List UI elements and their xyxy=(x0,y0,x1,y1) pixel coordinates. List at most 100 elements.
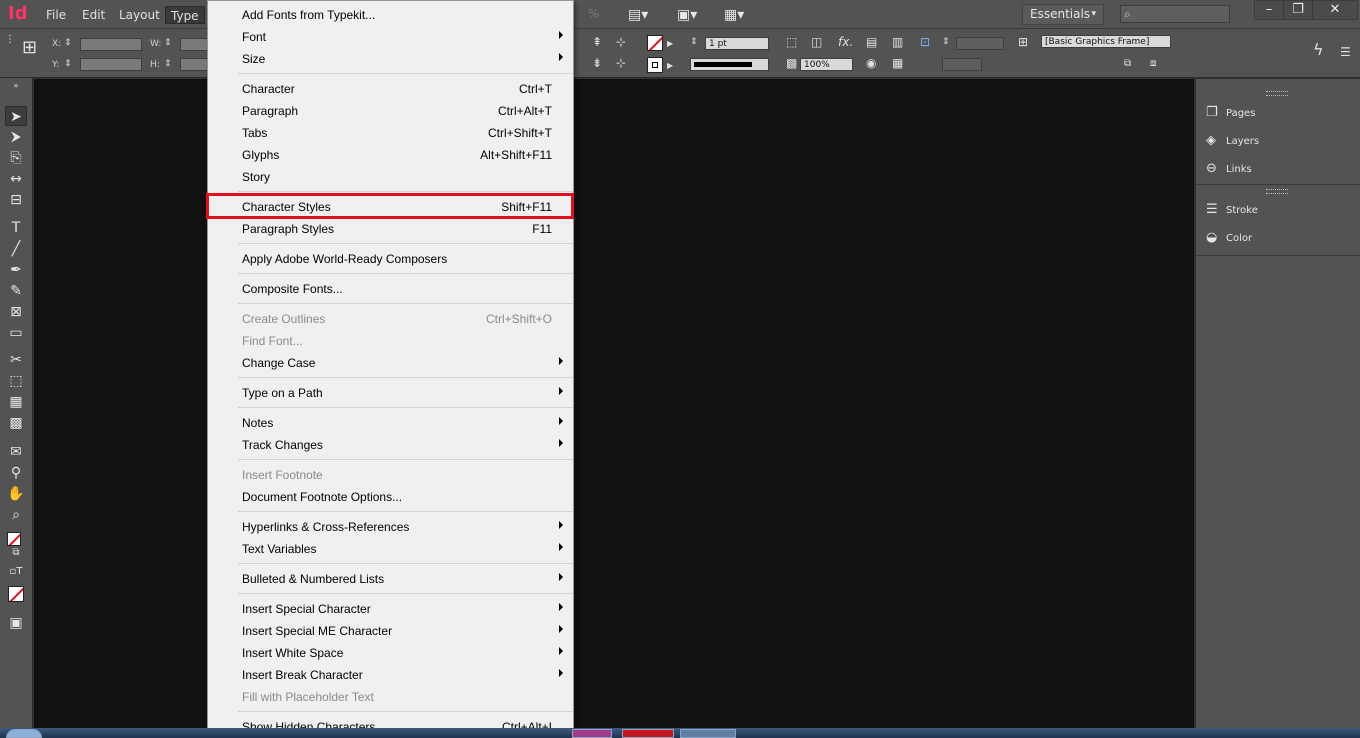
object-style-icon[interactable]: ⊞ xyxy=(1018,35,1028,49)
panel-color[interactable]: ◒ Color xyxy=(1206,228,1252,248)
stroke-weight-stepper-icon[interactable]: ⇕ xyxy=(690,35,698,49)
h-stepper-icon[interactable]: ⇕ xyxy=(164,57,172,71)
reference-point-icon[interactable]: ⊞ xyxy=(22,39,37,57)
page-tool-icon[interactable]: ⎘ xyxy=(5,148,27,168)
stroke-weight-field[interactable]: 1 pt xyxy=(705,37,769,50)
menu-item-type-on-a-path[interactable]: Type on a Path xyxy=(208,382,573,404)
opacity-field[interactable]: 100% xyxy=(800,58,853,71)
quick-apply-icon[interactable]: ϟ xyxy=(1313,42,1324,58)
fitting-stepper-icon[interactable]: ⇕ xyxy=(942,35,950,49)
zoom-level[interactable]: % xyxy=(588,7,599,21)
y-stepper-icon[interactable]: ⇕ xyxy=(64,57,72,71)
effects-fx-icon[interactable]: fx. xyxy=(838,35,853,49)
object-style-select[interactable]: [Basic Graphics Frame] xyxy=(1041,35,1171,48)
w-field[interactable] xyxy=(180,38,208,51)
wrap-jump-icon[interactable]: ▦ xyxy=(892,56,903,70)
x-stepper-icon[interactable]: ⇕ xyxy=(64,36,72,50)
content-collector-icon[interactable]: ⊟ xyxy=(5,190,27,210)
x-field[interactable] xyxy=(80,38,142,51)
menu-item-track-changes[interactable]: Track Changes xyxy=(208,434,573,456)
workspace-switcher[interactable]: Essentials ▾ xyxy=(1022,4,1104,25)
view-options-icon[interactable]: ▤▾ xyxy=(628,5,648,25)
rectangle-tool-icon[interactable]: ▭ xyxy=(5,323,27,343)
gradient-feather-tool-icon[interactable]: ▩ xyxy=(5,413,27,433)
taskbar-app-indesign[interactable] xyxy=(572,729,612,738)
fill-dropdown-icon[interactable]: ▶ xyxy=(667,37,673,51)
distribute-icon[interactable]: ⊹ xyxy=(616,35,626,49)
arrange-documents-icon[interactable]: ▦▾ xyxy=(724,5,744,25)
menu-item-character[interactable]: Character Ctrl+T xyxy=(208,78,573,100)
stroke-type-select[interactable] xyxy=(690,58,769,71)
menu-item-hyperlinks-cross-references[interactable]: Hyperlinks & Cross-References xyxy=(208,516,573,538)
panel-stroke[interactable]: ☰ Stroke xyxy=(1206,200,1258,220)
menu-item-notes[interactable]: Notes xyxy=(208,412,573,434)
y-field[interactable] xyxy=(80,58,142,71)
screen-mode-tool-icon[interactable]: ▣ xyxy=(5,613,27,633)
menu-item-glyphs[interactable]: Glyphs Alt+Shift+F11 xyxy=(208,144,573,166)
scissors-tool-icon[interactable]: ✂ xyxy=(5,350,27,370)
menu-item-character-styles[interactable]: Character Styles Shift+F11 xyxy=(208,196,573,218)
menu-item-composite-fonts[interactable]: Composite Fonts... xyxy=(208,278,573,300)
panel-group-grip-icon[interactable] xyxy=(1266,189,1288,194)
menu-item-paragraph-styles[interactable]: Paragraph Styles F11 xyxy=(208,218,573,240)
panel-layers[interactable]: ◈ Layers xyxy=(1206,131,1259,151)
menu-item-paragraph[interactable]: Paragraph Ctrl+Alt+T xyxy=(208,100,573,122)
fitting-select[interactable] xyxy=(942,58,982,71)
free-transform-tool-icon[interactable]: ⬚ xyxy=(5,371,27,391)
menu-item-text-variables[interactable]: Text Variables xyxy=(208,538,573,560)
fitting-field[interactable] xyxy=(956,37,1004,50)
panel-links[interactable]: ⊖ Links xyxy=(1206,159,1252,179)
menu-item-add-fonts-from-typekit[interactable]: Add Fonts from Typekit... xyxy=(208,4,573,26)
align-bottom-icon[interactable]: ⇟ xyxy=(592,56,602,70)
panel-menu-icon[interactable]: ☰ xyxy=(1340,45,1351,59)
panel-grip-icon[interactable]: ⋮ xyxy=(5,33,15,47)
gap-tool-icon[interactable]: ↔ xyxy=(5,169,27,189)
menu-item-insert-special-me-character[interactable]: Insert Special ME Character xyxy=(208,620,573,642)
menu-layout[interactable]: Layout xyxy=(114,6,165,24)
pencil-tool-icon[interactable]: ✎ xyxy=(5,281,27,301)
menu-item-apply-adobe-world-ready-composers[interactable]: Apply Adobe World-Ready Composers xyxy=(208,248,573,270)
search-input[interactable]: ⌕ xyxy=(1120,5,1230,23)
minimize-button[interactable]: – xyxy=(1254,0,1284,20)
line-tool-icon[interactable]: ╱ xyxy=(5,239,27,259)
stroke-swatch[interactable] xyxy=(647,57,663,73)
menu-item-document-footnote-options[interactable]: Document Footnote Options... xyxy=(208,486,573,508)
wrap-around-icon[interactable]: ▥ xyxy=(892,35,903,49)
type-tool-icon[interactable]: T xyxy=(5,218,27,238)
start-button[interactable] xyxy=(6,729,42,738)
note-tool-icon[interactable]: ✉ xyxy=(5,442,27,462)
menu-item-font[interactable]: Font xyxy=(208,26,573,48)
stroke-dropdown-icon[interactable]: ▶ xyxy=(667,59,673,73)
opacity-icon[interactable]: ▩ xyxy=(786,56,797,70)
swap-fill-stroke-icon[interactable]: ⧉ xyxy=(5,546,27,560)
wrap-shape-icon[interactable]: ◉ xyxy=(866,56,876,70)
fitting-icon[interactable]: ⬚ xyxy=(786,35,797,49)
screen-mode-icon[interactable]: ▣▾ xyxy=(677,5,697,25)
close-button[interactable]: ✕ xyxy=(1312,0,1358,20)
menu-item-story[interactable]: Story xyxy=(208,166,573,188)
panel-pages[interactable]: ❐ Pages xyxy=(1206,103,1255,123)
gradient-swatch-tool-icon[interactable]: ▦ xyxy=(5,392,27,412)
menu-edit[interactable]: Edit xyxy=(77,6,110,24)
menu-item-insert-break-character[interactable]: Insert Break Character xyxy=(208,664,573,686)
hand-tool-icon[interactable]: ✋ xyxy=(5,484,27,504)
clear-overrides-icon[interactable]: ⧉ xyxy=(1124,57,1131,71)
menu-file[interactable]: File xyxy=(41,6,71,24)
apply-none-icon[interactable] xyxy=(8,586,24,602)
menu-item-size[interactable]: Size xyxy=(208,48,573,70)
rectangle-frame-tool-icon[interactable]: ⊠ xyxy=(5,302,27,322)
text-wrap-icon[interactable]: ▤ xyxy=(866,35,877,49)
fill-none-swatch[interactable] xyxy=(647,35,663,51)
frame-grid-icon[interactable]: ⧈ xyxy=(1150,57,1156,71)
fill-swatch[interactable] xyxy=(7,532,21,546)
eyedropper-tool-icon[interactable]: ⚲ xyxy=(5,463,27,483)
frame-fit-icon[interactable]: ◫ xyxy=(811,35,822,49)
align-icon[interactable]: ⇞ xyxy=(592,35,602,49)
menu-item-bulleted-numbered-lists[interactable]: Bulleted & Numbered Lists xyxy=(208,568,573,590)
formatting-container-text-icon[interactable]: ▫T xyxy=(5,565,27,579)
h-field[interactable] xyxy=(180,58,208,71)
direct-selection-tool-icon[interactable]: ⮞ xyxy=(5,127,27,147)
menu-type[interactable]: Type xyxy=(165,6,205,24)
menu-item-tabs[interactable]: Tabs Ctrl+Shift+T xyxy=(208,122,573,144)
restore-button[interactable]: ❐ xyxy=(1283,0,1313,20)
